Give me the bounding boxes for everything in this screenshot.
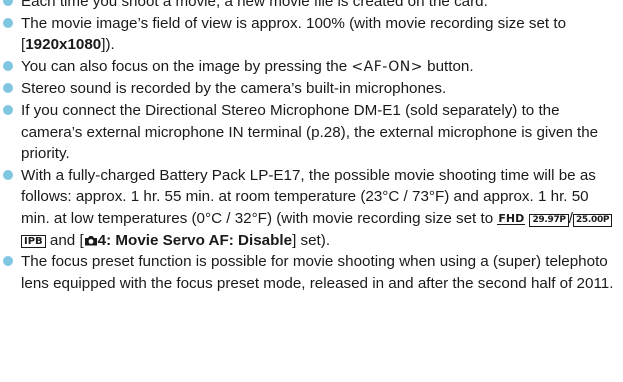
bullet-icon	[3, 0, 13, 6]
bullet-icon	[3, 60, 13, 71]
ipb-icon: IPB	[21, 234, 46, 248]
bullet-icon	[3, 104, 13, 115]
list-item: You can also focus on the image by press…	[0, 56, 623, 79]
fhd-icon: FHD	[497, 211, 526, 225]
bullet-text: If you connect the Directional Stereo Mi…	[21, 101, 599, 163]
list-item: If you connect the Directional Stereo Mi…	[0, 100, 623, 165]
bullet-icon	[3, 17, 13, 28]
bullet-icon	[3, 83, 13, 94]
bullet-text: button.	[422, 57, 474, 75]
bullet-text: Each time you shoot a movie, a new movie…	[21, 0, 488, 10]
notes-list: Each time you shoot a movie, a new movie…	[0, 0, 623, 294]
bullet-text: and [	[45, 231, 84, 249]
camera-icon	[84, 235, 97, 246]
list-item: The focus preset function is possible fo…	[0, 251, 623, 294]
bullet-text: The focus preset function is possible fo…	[21, 253, 614, 292]
bullet-text: You can also focus on the image by press…	[21, 57, 352, 75]
bullet-icon	[3, 256, 13, 267]
frame-rate-2500-icon: 25.00P	[572, 213, 613, 227]
frame-rate-2997-icon: 29.97P	[529, 213, 569, 227]
af-on-button-label: <AF-ON>	[351, 58, 423, 75]
list-item: Stereo sound is recorded by the camera’s…	[0, 78, 623, 100]
list-item: With a fully-charged Battery Pack LP-E17…	[0, 165, 623, 251]
bullet-text: ] set).	[292, 231, 331, 249]
bullet-text: Stereo sound is recorded by the camera’s…	[21, 80, 447, 98]
manual-page: Each time you shoot a movie, a new movie…	[0, 0, 623, 294]
bullet-text: ]).	[101, 36, 115, 54]
menu-tab-name: 4: Movie Servo AF: Disable	[97, 231, 293, 249]
movie-size-value: 1920x1080	[25, 36, 102, 54]
list-item: The movie image’s field of view is appro…	[0, 13, 623, 56]
bullet-icon	[3, 169, 13, 180]
list-item: Each time you shoot a movie, a new movie…	[0, 0, 623, 13]
